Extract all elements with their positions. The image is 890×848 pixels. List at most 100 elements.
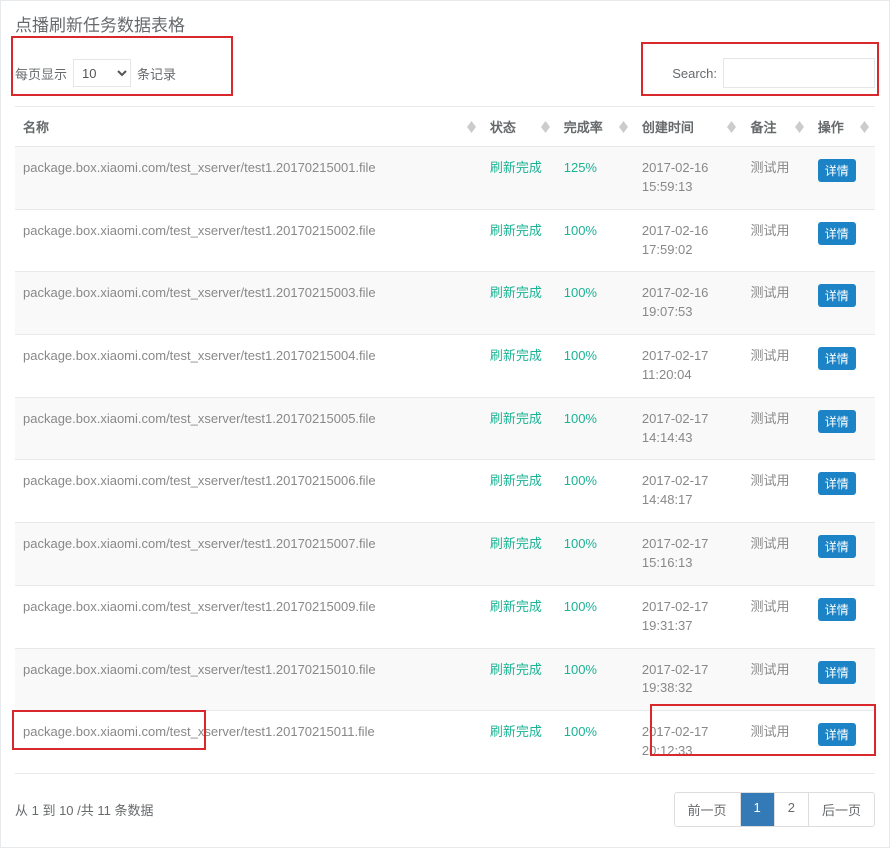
cell-op: 详情	[810, 711, 875, 774]
cell-time: 2017-02-16 19:07:53	[634, 272, 743, 335]
cell-note: 测试用	[742, 460, 809, 523]
cell-op: 详情	[810, 648, 875, 711]
cell-rate: 100%	[556, 585, 634, 648]
detail-button[interactable]: 详情	[818, 472, 856, 495]
cell-note: 测试用	[742, 209, 809, 272]
detail-button[interactable]: 详情	[818, 159, 856, 182]
detail-button[interactable]: 详情	[818, 347, 856, 370]
sort-icon	[619, 121, 628, 133]
cell-note: 测试用	[742, 272, 809, 335]
cell-name: package.box.xiaomi.com/test_xserver/test…	[15, 209, 482, 272]
cell-rate: 100%	[556, 335, 634, 398]
pager-prev[interactable]: 前一页	[675, 793, 740, 826]
table-row: package.box.xiaomi.com/test_xserver/test…	[15, 335, 875, 398]
cell-status: 刷新完成	[482, 147, 556, 210]
sort-icon	[727, 121, 736, 133]
cell-rate: 100%	[556, 648, 634, 711]
cell-note: 测试用	[742, 335, 809, 398]
sort-icon	[467, 121, 476, 133]
length-prefix: 每页显示	[15, 64, 67, 83]
cell-time: 2017-02-17 19:38:32	[634, 648, 743, 711]
cell-status: 刷新完成	[482, 523, 556, 586]
detail-button[interactable]: 详情	[818, 535, 856, 558]
detail-button[interactable]: 详情	[818, 661, 856, 684]
cell-op: 详情	[810, 397, 875, 460]
page-title: 点播刷新任务数据表格	[1, 1, 889, 46]
table-row: package.box.xiaomi.com/test_xserver/test…	[15, 460, 875, 523]
cell-note: 测试用	[742, 585, 809, 648]
col-header-op[interactable]: 操作	[810, 107, 875, 147]
detail-button[interactable]: 详情	[818, 284, 856, 307]
cell-note: 测试用	[742, 397, 809, 460]
cell-op: 详情	[810, 209, 875, 272]
cell-name: package.box.xiaomi.com/test_xserver/test…	[15, 648, 482, 711]
cell-rate: 125%	[556, 147, 634, 210]
table-row: package.box.xiaomi.com/test_xserver/test…	[15, 209, 875, 272]
cell-rate: 100%	[556, 397, 634, 460]
cell-name: package.box.xiaomi.com/test_xserver/test…	[15, 460, 482, 523]
detail-button[interactable]: 详情	[818, 410, 856, 433]
pager-next[interactable]: 后一页	[808, 793, 874, 826]
page-length-select[interactable]: 10	[73, 59, 131, 87]
data-panel: 点播刷新任务数据表格 每页显示 10 条记录 Search: 名称	[0, 0, 890, 848]
cell-time: 2017-02-17 15:16:13	[634, 523, 743, 586]
table-row: package.box.xiaomi.com/test_xserver/test…	[15, 272, 875, 335]
search-input[interactable]	[723, 58, 875, 88]
cell-time: 2017-02-17 11:20:04	[634, 335, 743, 398]
cell-op: 详情	[810, 460, 875, 523]
table-footer: 从 1 到 10 /共 11 条数据 前一页 1 2 后一页	[15, 774, 875, 827]
cell-name: package.box.xiaomi.com/test_xserver/test…	[15, 523, 482, 586]
cell-name: package.box.xiaomi.com/test_xserver/test…	[15, 335, 482, 398]
col-header-status[interactable]: 状态	[482, 107, 556, 147]
detail-button[interactable]: 详情	[818, 723, 856, 746]
table-info: 从 1 到 10 /共 11 条数据	[15, 800, 153, 819]
detail-button[interactable]: 详情	[818, 222, 856, 245]
cell-time: 2017-02-17 20:12:33	[634, 711, 743, 774]
cell-note: 测试用	[742, 711, 809, 774]
cell-status: 刷新完成	[482, 272, 556, 335]
search-label: Search:	[672, 66, 717, 81]
table-row: package.box.xiaomi.com/test_xserver/test…	[15, 397, 875, 460]
cell-op: 详情	[810, 147, 875, 210]
cell-status: 刷新完成	[482, 585, 556, 648]
cell-note: 测试用	[742, 147, 809, 210]
cell-note: 测试用	[742, 523, 809, 586]
table-row: package.box.xiaomi.com/test_xserver/test…	[15, 585, 875, 648]
cell-name: package.box.xiaomi.com/test_xserver/test…	[15, 272, 482, 335]
cell-op: 详情	[810, 585, 875, 648]
cell-name: package.box.xiaomi.com/test_xserver/test…	[15, 397, 482, 460]
cell-op: 详情	[810, 335, 875, 398]
cell-status: 刷新完成	[482, 209, 556, 272]
length-suffix: 条记录	[137, 64, 176, 83]
pager-page-2[interactable]: 2	[774, 793, 808, 826]
cell-note: 测试用	[742, 648, 809, 711]
pagination: 前一页 1 2 后一页	[674, 792, 876, 827]
col-header-time[interactable]: 创建时间	[634, 107, 743, 147]
cell-op: 详情	[810, 523, 875, 586]
sort-icon	[860, 121, 869, 133]
table-row: package.box.xiaomi.com/test_xserver/test…	[15, 147, 875, 210]
detail-button[interactable]: 详情	[818, 598, 856, 621]
cell-time: 2017-02-16 17:59:02	[634, 209, 743, 272]
cell-time: 2017-02-17 14:48:17	[634, 460, 743, 523]
cell-time: 2017-02-17 19:31:37	[634, 585, 743, 648]
col-header-rate[interactable]: 完成率	[556, 107, 634, 147]
cell-time: 2017-02-16 15:59:13	[634, 147, 743, 210]
page-length-control: 每页显示 10 条记录	[15, 59, 176, 87]
pager-page-1[interactable]: 1	[740, 793, 774, 826]
cell-name: package.box.xiaomi.com/test_xserver/test…	[15, 711, 482, 774]
cell-name: package.box.xiaomi.com/test_xserver/test…	[15, 147, 482, 210]
cell-status: 刷新完成	[482, 397, 556, 460]
cell-rate: 100%	[556, 209, 634, 272]
table-row: package.box.xiaomi.com/test_xserver/test…	[15, 648, 875, 711]
table-row: package.box.xiaomi.com/test_xserver/test…	[15, 523, 875, 586]
cell-rate: 100%	[556, 272, 634, 335]
cell-time: 2017-02-17 14:14:43	[634, 397, 743, 460]
cell-rate: 100%	[556, 460, 634, 523]
cell-status: 刷新完成	[482, 460, 556, 523]
sort-icon	[541, 121, 550, 133]
col-header-name[interactable]: 名称	[15, 107, 482, 147]
col-header-note[interactable]: 备注	[742, 107, 809, 147]
sort-icon	[795, 121, 804, 133]
cell-status: 刷新完成	[482, 648, 556, 711]
